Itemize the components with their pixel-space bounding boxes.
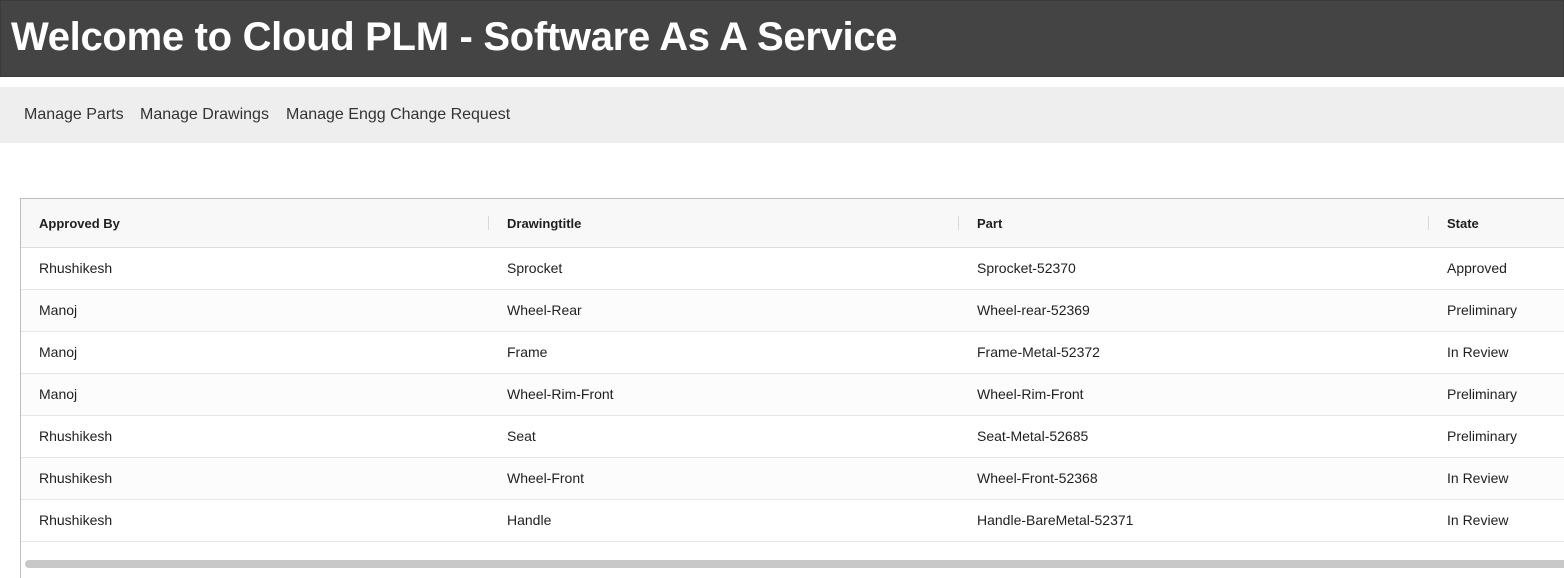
cell-part: Sprocket-52370 — [977, 260, 1076, 276]
cell-part: Handle-BareMetal-52371 — [977, 512, 1134, 528]
cell-drawingtitle: Wheel-Rim-Front — [507, 386, 614, 402]
cell-approved-by: Manoj — [39, 386, 78, 402]
cell-part: Frame-Metal-52372 — [977, 344, 1100, 360]
cell-state: In Review — [1447, 470, 1509, 486]
column-header-state[interactable]: State — [1447, 199, 1479, 248]
nav-manage-engg-change-request[interactable]: Manage Engg Change Request — [286, 106, 510, 124]
cell-approved-by: Rhushikesh — [39, 428, 113, 444]
nav-bar: Manage Parts Manage Drawings Manage Engg… — [0, 87, 1564, 143]
cell-state: In Review — [1447, 344, 1509, 360]
column-separator[interactable] — [958, 216, 959, 230]
table-row[interactable]: Manoj Wheel-Rear Wheel-rear-52369 Prelim… — [21, 290, 1564, 332]
cell-part: Wheel-Front-52368 — [977, 470, 1098, 486]
cell-state: Preliminary — [1447, 302, 1518, 318]
cell-state: Preliminary — [1447, 386, 1518, 402]
nav-manage-drawings[interactable]: Manage Drawings — [140, 106, 269, 124]
cell-part: Wheel-rear-52369 — [977, 302, 1090, 318]
cell-approved-by: Rhushikesh — [39, 260, 113, 276]
cell-part: Seat-Metal-52685 — [977, 428, 1089, 444]
column-separator[interactable] — [1428, 216, 1429, 230]
table-row[interactable]: Rhushikesh Wheel-Front Wheel-Front-52368… — [21, 458, 1564, 500]
cell-state: In Review — [1447, 512, 1509, 528]
cell-approved-by: Manoj — [39, 302, 78, 318]
table-row[interactable]: Manoj Frame Frame-Metal-52372 In Review — [21, 332, 1564, 374]
cell-drawingtitle: Wheel-Front — [507, 470, 585, 486]
column-header-drawingtitle[interactable]: Drawingtitle — [507, 199, 581, 248]
column-separator[interactable] — [488, 216, 489, 230]
table-row[interactable]: Rhushikesh Sprocket Sprocket-52370 Appro… — [21, 248, 1564, 290]
cell-approved-by: Rhushikesh — [39, 512, 113, 528]
horizontal-scrollbar[interactable] — [25, 560, 1564, 568]
cell-drawingtitle: Handle — [507, 512, 552, 528]
table-row[interactable]: Rhushikesh Seat Seat-Metal-52685 Prelimi… — [21, 416, 1564, 458]
page-title: Welcome to Cloud PLM - Software As A Ser… — [11, 15, 898, 59]
cell-drawingtitle: Frame — [507, 344, 548, 360]
drawings-grid: Approved By Drawingtitle Part State Rhus… — [20, 198, 1564, 578]
cell-state: Approved — [1447, 260, 1507, 276]
table-row[interactable]: Manoj Wheel-Rim-Front Wheel-Rim-Front Pr… — [21, 374, 1564, 416]
column-header-approved-by[interactable]: Approved By — [39, 199, 120, 248]
column-header-part[interactable]: Part — [977, 199, 1002, 248]
cell-drawingtitle: Wheel-Rear — [507, 302, 582, 318]
app-header: Welcome to Cloud PLM - Software As A Ser… — [0, 0, 1564, 77]
cell-drawingtitle: Sprocket — [507, 260, 563, 276]
cell-approved-by: Manoj — [39, 344, 78, 360]
grid-header-row: Approved By Drawingtitle Part State — [21, 199, 1564, 248]
cell-drawingtitle: Seat — [507, 428, 536, 444]
cell-state: Preliminary — [1447, 428, 1518, 444]
cell-part: Wheel-Rim-Front — [977, 386, 1084, 402]
cell-approved-by: Rhushikesh — [39, 470, 113, 486]
table-row[interactable]: Rhushikesh Handle Handle-BareMetal-52371… — [21, 500, 1564, 542]
nav-manage-parts[interactable]: Manage Parts — [24, 106, 124, 124]
